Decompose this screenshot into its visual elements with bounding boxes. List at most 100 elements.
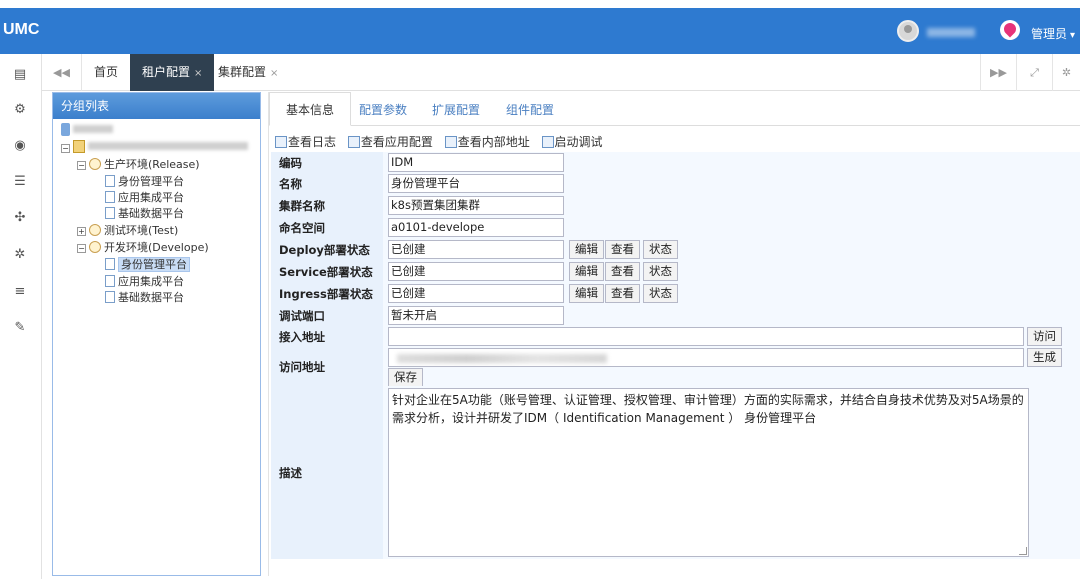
- tool-label: 查看应用配置: [360, 135, 433, 149]
- tab-cluster-config[interactable]: 集群配置 ×: [206, 54, 290, 91]
- tree-label: 基础数据平台: [118, 291, 184, 304]
- expand-icon[interactable]: +: [77, 227, 86, 236]
- ingress-view-button[interactable]: 查看: [605, 284, 640, 303]
- gear-icon[interactable]: ✲: [12, 247, 28, 263]
- folder-icon: [73, 140, 85, 153]
- service-status-button[interactable]: 状态: [643, 262, 678, 281]
- subtab-extension-config[interactable]: 扩展配置: [432, 101, 480, 118]
- ingress-edit-button[interactable]: 编辑: [569, 284, 604, 303]
- tree-root[interactable]: [61, 123, 113, 137]
- action-toolbar: 查看日志 查看应用配置 查看内部地址 启动调试: [275, 133, 611, 150]
- wrench-icon[interactable]: ✎: [12, 320, 28, 336]
- collapse-icon[interactable]: −: [61, 144, 70, 153]
- tree-label: 基础数据平台: [118, 207, 184, 220]
- subtab-basic-info[interactable]: 基本信息: [269, 92, 352, 126]
- view-internal-address-button[interactable]: 查看内部地址: [444, 133, 530, 150]
- document-icon: [105, 175, 115, 187]
- group-list-panel: 分组列表 − − 生产环境(Release) 身份管理平台 应用集成平台 基础数据…: [52, 92, 261, 576]
- app-brand[interactable]: UMC: [3, 21, 39, 39]
- fullscreen-icon[interactable]: ⤢: [1016, 54, 1052, 91]
- generate-button[interactable]: 生成: [1027, 348, 1062, 367]
- user-avatar[interactable]: [897, 20, 919, 42]
- tree-item[interactable]: 身份管理平台: [105, 173, 184, 189]
- tool-label: 启动调试: [554, 135, 603, 149]
- deploy-view-button[interactable]: 查看: [605, 240, 640, 259]
- view-app-config-button[interactable]: 查看应用配置: [347, 133, 433, 150]
- detail-panel: 基本信息 配置参数 扩展配置 组件配置 查看日志 查看应用配置 查看内部地址 启…: [268, 92, 1080, 576]
- admin-menu[interactable]: 管理员: [1031, 25, 1075, 42]
- admin-location-icon[interactable]: [1000, 20, 1020, 40]
- collapse-icon[interactable]: −: [77, 161, 86, 170]
- tree-item-selected[interactable]: 身份管理平台: [105, 256, 190, 272]
- deploy-edit-button[interactable]: 编辑: [569, 240, 604, 259]
- tree-env-test[interactable]: + 测试环境(Test): [77, 222, 178, 238]
- service-edit-button[interactable]: 编辑: [569, 262, 604, 281]
- visit-button[interactable]: 访问: [1027, 327, 1062, 346]
- top-bar: UMC 管理员: [0, 8, 1080, 54]
- tab-scroll-right-icon[interactable]: ▶▶: [980, 54, 1016, 91]
- subtab-config-params[interactable]: 配置参数: [359, 101, 407, 118]
- subtab-bar: 基本信息 配置参数 扩展配置 组件配置: [269, 92, 1080, 126]
- redacted-text: [73, 125, 113, 133]
- field-label: 集群名称: [271, 195, 383, 217]
- subtab-component-config[interactable]: 组件配置: [506, 101, 554, 118]
- tab-tenant-config[interactable]: 租户配置 ×: [130, 54, 215, 91]
- tree-item[interactable]: 应用集成平台: [105, 189, 184, 205]
- tree-item[interactable]: 基础数据平台: [105, 205, 184, 221]
- close-icon[interactable]: ×: [270, 68, 278, 79]
- list-icon[interactable]: ☰: [12, 174, 28, 190]
- tree-env-release[interactable]: − 生产环境(Release): [77, 156, 200, 172]
- menu-icon[interactable]: ≡: [12, 284, 28, 300]
- debug-icon: [541, 136, 554, 148]
- form-row-cluster: 集群名称 k8s预置集团集群: [271, 195, 1080, 217]
- cogs-icon[interactable]: ⚙: [12, 102, 28, 118]
- tab-home[interactable]: 首页: [82, 54, 130, 91]
- code-input[interactable]: IDM: [388, 153, 564, 172]
- ingress-status-button[interactable]: 状态: [643, 284, 678, 303]
- user-name-redacted[interactable]: [927, 28, 975, 37]
- deploy-status-input[interactable]: 已创建: [388, 240, 564, 259]
- field-label: 命名空间: [271, 217, 383, 239]
- form-row-name: 名称 身份管理平台: [271, 173, 1080, 195]
- save-button[interactable]: 保存: [388, 368, 423, 387]
- tool-label: 查看内部地址: [457, 135, 530, 149]
- log-icon: [275, 136, 287, 148]
- debug-port-input[interactable]: 暂未开启: [388, 306, 564, 325]
- side-rail: ▤ ⚙ ◉ ☰ ✣ ✲ ≡ ✎: [0, 54, 42, 579]
- service-view-button[interactable]: 查看: [605, 262, 640, 281]
- eye-icon[interactable]: ◉: [12, 138, 28, 154]
- deploy-status-button[interactable]: 状态: [643, 240, 678, 259]
- collapse-icon[interactable]: −: [77, 244, 86, 253]
- tree-label: 应用集成平台: [118, 191, 184, 204]
- redacted-url: [397, 354, 607, 363]
- settings-icon[interactable]: ✲: [1052, 54, 1080, 91]
- description-textarea[interactable]: 针对企业在5A功能（账号管理、认证管理、授权管理、审计管理）方面的实际需求，并结…: [388, 388, 1029, 557]
- tool-label: 查看日志: [288, 135, 337, 149]
- description-text: 针对企业在5A功能（账号管理、认证管理、授权管理、审计管理）方面的实际需求，并结…: [392, 393, 1024, 425]
- tree-label: 生产环境(Release): [104, 158, 200, 171]
- close-icon[interactable]: ×: [194, 68, 202, 79]
- cluster-name-input[interactable]: k8s预置集团集群: [388, 196, 564, 215]
- name-input[interactable]: 身份管理平台: [388, 174, 564, 193]
- tab-label: 首页: [94, 65, 119, 79]
- ingress-status-input[interactable]: 已创建: [388, 284, 564, 303]
- namespace-input[interactable]: a0101-develope: [388, 218, 564, 237]
- view-log-button[interactable]: 查看日志: [275, 133, 336, 150]
- access-in-input[interactable]: [388, 327, 1024, 346]
- service-status-input[interactable]: 已创建: [388, 262, 564, 281]
- access-url-input[interactable]: [388, 348, 1024, 367]
- tree-env-develope[interactable]: − 开发环境(Develope): [77, 239, 209, 255]
- document-icon: [105, 191, 115, 203]
- field-label: Service部署状态: [271, 261, 383, 283]
- form-row-deploy: Deploy部署状态 已创建 编辑 查看 状态: [271, 239, 1080, 261]
- tab-scroll-left-icon[interactable]: ◀◀: [42, 54, 82, 91]
- puzzle-icon[interactable]: ✣: [12, 210, 28, 226]
- tree-item[interactable]: 基础数据平台: [105, 289, 184, 305]
- start-debug-button[interactable]: 启动调试: [541, 133, 603, 150]
- id-card-icon[interactable]: ▤: [12, 67, 28, 83]
- tree-label: 应用集成平台: [118, 275, 184, 288]
- tree-org[interactable]: −: [61, 140, 248, 154]
- resize-handle[interactable]: [1019, 547, 1027, 555]
- tree-item[interactable]: 应用集成平台: [105, 273, 184, 289]
- field-label: 编码: [271, 152, 383, 173]
